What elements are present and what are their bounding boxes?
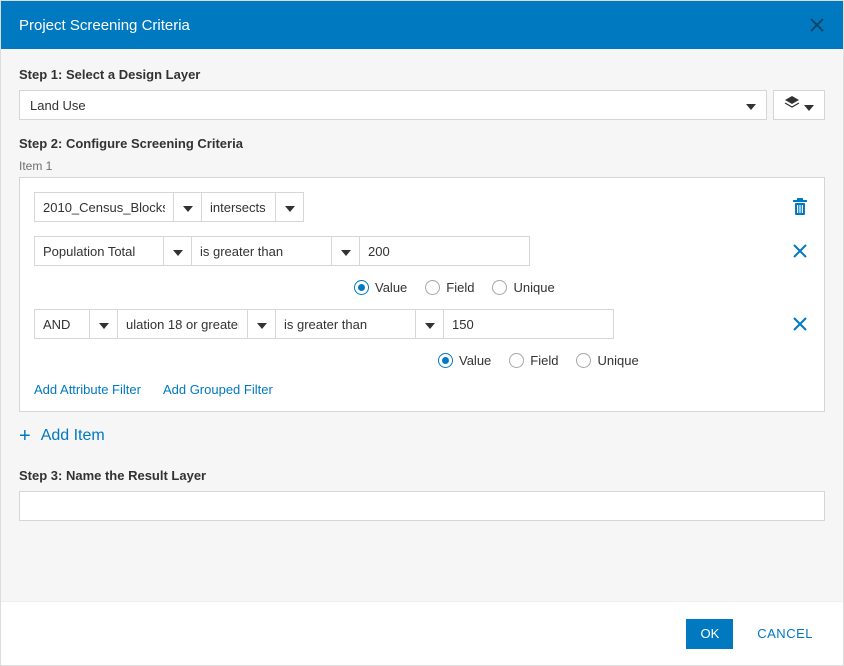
filter2-field-select[interactable]: ulation 18 or greater (118, 309, 248, 339)
filter2-value-input-wrap (444, 309, 614, 339)
close-button[interactable] (809, 17, 825, 33)
spatial-filter-row: 2010_Census_Blocks intersects (34, 192, 810, 222)
filter2-row: AND ulation 18 or greater is greater tha… (34, 309, 810, 339)
filter1-radio-unique[interactable]: Unique (492, 280, 554, 295)
spatial-layer-select[interactable]: 2010_Census_Blocks (34, 192, 174, 222)
spatial-layer-caret[interactable] (174, 192, 202, 222)
add-item-label: Add Item (41, 427, 105, 445)
result-layer-name-input[interactable] (19, 491, 825, 521)
filter2-join-value: AND (43, 317, 70, 332)
filter1-value-input-wrap (360, 236, 530, 266)
filter2-join-select[interactable]: AND (34, 309, 90, 339)
add-grouped-filter-link[interactable]: Add Grouped Filter (163, 382, 273, 397)
filter2-field-value: ulation 18 or greater (126, 317, 239, 332)
design-layer-value: Land Use (30, 98, 86, 113)
filter1-op-select[interactable]: is greater than (192, 236, 332, 266)
design-layer-select[interactable]: Land Use (19, 90, 767, 120)
plus-icon: + (19, 426, 31, 446)
chevron-down-icon (183, 202, 193, 212)
radio-icon (492, 280, 507, 295)
close-icon (792, 316, 808, 332)
chevron-down-icon (285, 202, 295, 212)
add-item-button[interactable]: + Add Item (19, 426, 825, 446)
layers-button[interactable] (773, 90, 825, 120)
filter-links: Add Attribute Filter Add Grouped Filter (34, 382, 810, 397)
spatial-op-select[interactable]: intersects (202, 192, 276, 222)
filter2-field-caret[interactable] (248, 309, 276, 339)
dialog: Project Screening Criteria Step 1: Selec… (0, 0, 844, 666)
filter1-value-input[interactable] (368, 244, 521, 259)
filter2-radio-unique[interactable]: Unique (576, 353, 638, 368)
ok-button[interactable]: OK (686, 619, 733, 649)
filter2-radio-row: Value Field Unique (34, 353, 810, 368)
dialog-title: Project Screening Criteria (19, 17, 190, 34)
filter1-row: Population Total is greater than (34, 236, 810, 266)
filter2-join-caret[interactable] (90, 309, 118, 339)
radio-icon (509, 353, 524, 368)
filter1-field-select[interactable]: Population Total (34, 236, 164, 266)
layers-icon (784, 95, 800, 116)
spatial-op-value: intersects (210, 200, 266, 215)
filter1-op-value: is greater than (200, 244, 283, 259)
trash-icon (792, 198, 808, 216)
chevron-down-icon (257, 319, 267, 329)
dialog-content: Step 1: Select a Design Layer Land Use S… (1, 49, 843, 601)
filter1-radio-row: Value Field Unique (34, 280, 810, 295)
cancel-button[interactable]: CANCEL (757, 626, 813, 641)
filter2-remove-button[interactable] (790, 314, 810, 334)
filter1-field-caret[interactable] (164, 236, 192, 266)
step1-label: Step 1: Select a Design Layer (19, 67, 825, 82)
chevron-down-icon (173, 246, 183, 256)
filter2-radio-value[interactable]: Value (438, 353, 491, 368)
dialog-footer: OK CANCEL (1, 601, 843, 665)
chevron-down-icon (804, 100, 814, 110)
chevron-down-icon (425, 319, 435, 329)
radio-icon (354, 280, 369, 295)
radio-icon (425, 280, 440, 295)
radio-icon (438, 353, 453, 368)
filter1-radio-value[interactable]: Value (354, 280, 407, 295)
filter1-radio-field[interactable]: Field (425, 280, 474, 295)
add-attribute-filter-link[interactable]: Add Attribute Filter (34, 382, 141, 397)
filter1-remove-button[interactable] (790, 241, 810, 261)
filter2-op-value: is greater than (284, 317, 367, 332)
radio-icon (576, 353, 591, 368)
item1-card: 2010_Census_Blocks intersects (19, 177, 825, 412)
item1-label: Item 1 (19, 159, 825, 173)
filter2-value-input[interactable] (452, 317, 605, 332)
filter2-radio-field[interactable]: Field (509, 353, 558, 368)
dialog-header: Project Screening Criteria (1, 1, 843, 49)
filter2-op-caret[interactable] (416, 309, 444, 339)
spatial-layer-value: 2010_Census_Blocks (43, 200, 165, 215)
delete-item-button[interactable] (790, 197, 810, 217)
close-icon (809, 17, 825, 33)
filter1-field-value: Population Total (43, 244, 135, 259)
chevron-down-icon (746, 100, 756, 110)
filter1-op-caret[interactable] (332, 236, 360, 266)
chevron-down-icon (99, 319, 109, 329)
step2-label: Step 2: Configure Screening Criteria (19, 136, 825, 151)
filter2-op-select[interactable]: is greater than (276, 309, 416, 339)
chevron-down-icon (341, 246, 351, 256)
spatial-op-caret[interactable] (276, 192, 304, 222)
close-icon (792, 243, 808, 259)
step3-label: Step 3: Name the Result Layer (19, 468, 825, 483)
